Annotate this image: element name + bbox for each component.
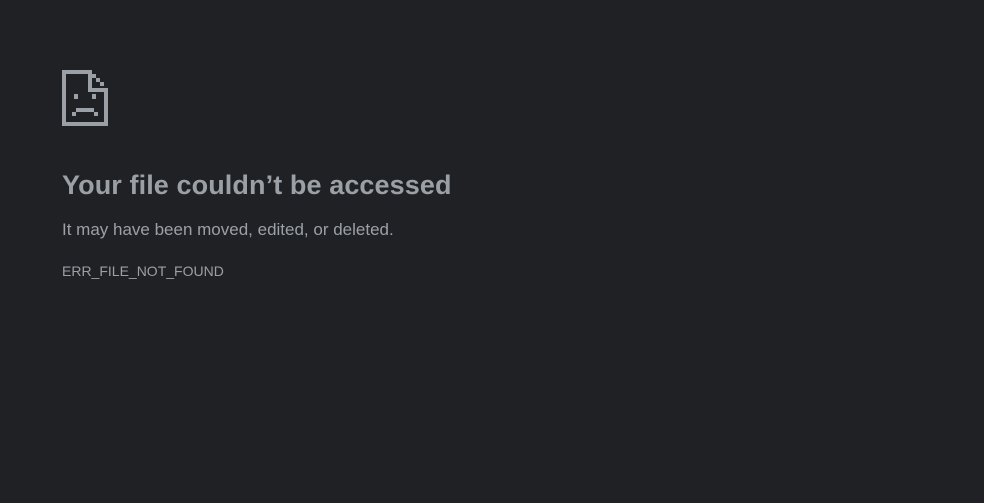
- error-code: ERR_FILE_NOT_FOUND: [62, 263, 224, 279]
- error-title: Your file couldn’t be accessed: [62, 170, 452, 200]
- error-message: It may have been moved, edited, or delet…: [62, 220, 394, 239]
- error-page: Your file couldn’t be accessed It may ha…: [62, 70, 762, 280]
- sad-file-icon: [62, 70, 108, 126]
